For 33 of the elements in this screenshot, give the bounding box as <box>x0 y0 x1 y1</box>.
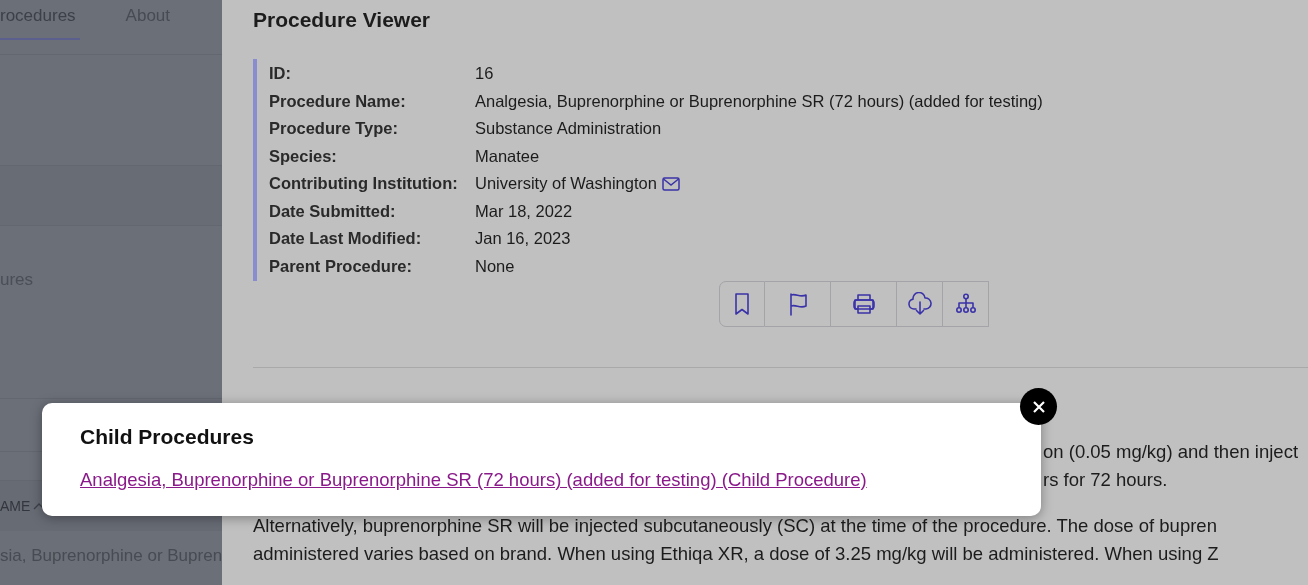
field-label: Procedure Name: <box>269 90 407 112</box>
modal-title: Child Procedures <box>80 425 255 449</box>
email-icon <box>661 176 680 191</box>
hierarchy-icon <box>953 292 978 316</box>
field-value: Analgesia, Buprenorphine or Buprenorphine SR (72 hours) (added for testing) <box>475 90 1043 112</box>
printer-icon <box>851 292 876 316</box>
close-icon <box>1032 400 1045 413</box>
paragraph-text: Alternatively, buprenorphine SR will be injected subcutaneously (SC) at the time of the procedure. The dose of bupren <box>253 514 1218 538</box>
field-label: Procedure Type: <box>269 118 399 139</box>
hierarchy-button[interactable] <box>943 281 989 327</box>
cloud-download-icon <box>907 292 932 316</box>
flag-button[interactable] <box>765 281 831 327</box>
printer-button[interactable] <box>831 281 897 327</box>
field-label: Date Last Modified: <box>269 228 423 249</box>
procedure-link[interactable]: Analgesia, Buprenorphine or Buprenorphine SR (72 hours) (added for testing) (Child Procedure) <box>80 469 867 491</box>
cloud-download-button[interactable] <box>897 281 943 327</box>
field-value: None <box>475 255 515 277</box>
field-label: Contributing Institution: <box>269 173 459 194</box>
field-label: Parent Procedure: <box>269 255 414 277</box>
page-title: Procedure Viewer <box>253 8 432 32</box>
bookmark-button[interactable] <box>719 281 765 327</box>
field-label: ID: <box>269 63 292 84</box>
paragraph-text: rs for 72 hours. <box>1043 468 1169 492</box>
field-value: Manatee <box>475 145 540 167</box>
paragraph-text: on (0.05 mg/kg) and then inject <box>1043 440 1300 464</box>
field-value: 16 <box>475 63 494 84</box>
field-label: Date Submitted: <box>269 200 397 222</box>
field-value: Mar 18, 2022 <box>475 200 573 222</box>
paragraph-text: administered varies based on brand. When using Ethiqa XR, a dose of 3.25 mg/kg will be administered. When using Z <box>253 542 1220 566</box>
field-label: Species: <box>269 145 338 167</box>
field-value: Jan 16, 2023 <box>475 228 571 249</box>
field-value: Substance Administration <box>475 118 662 139</box>
field-value: University of Washington <box>475 173 657 194</box>
